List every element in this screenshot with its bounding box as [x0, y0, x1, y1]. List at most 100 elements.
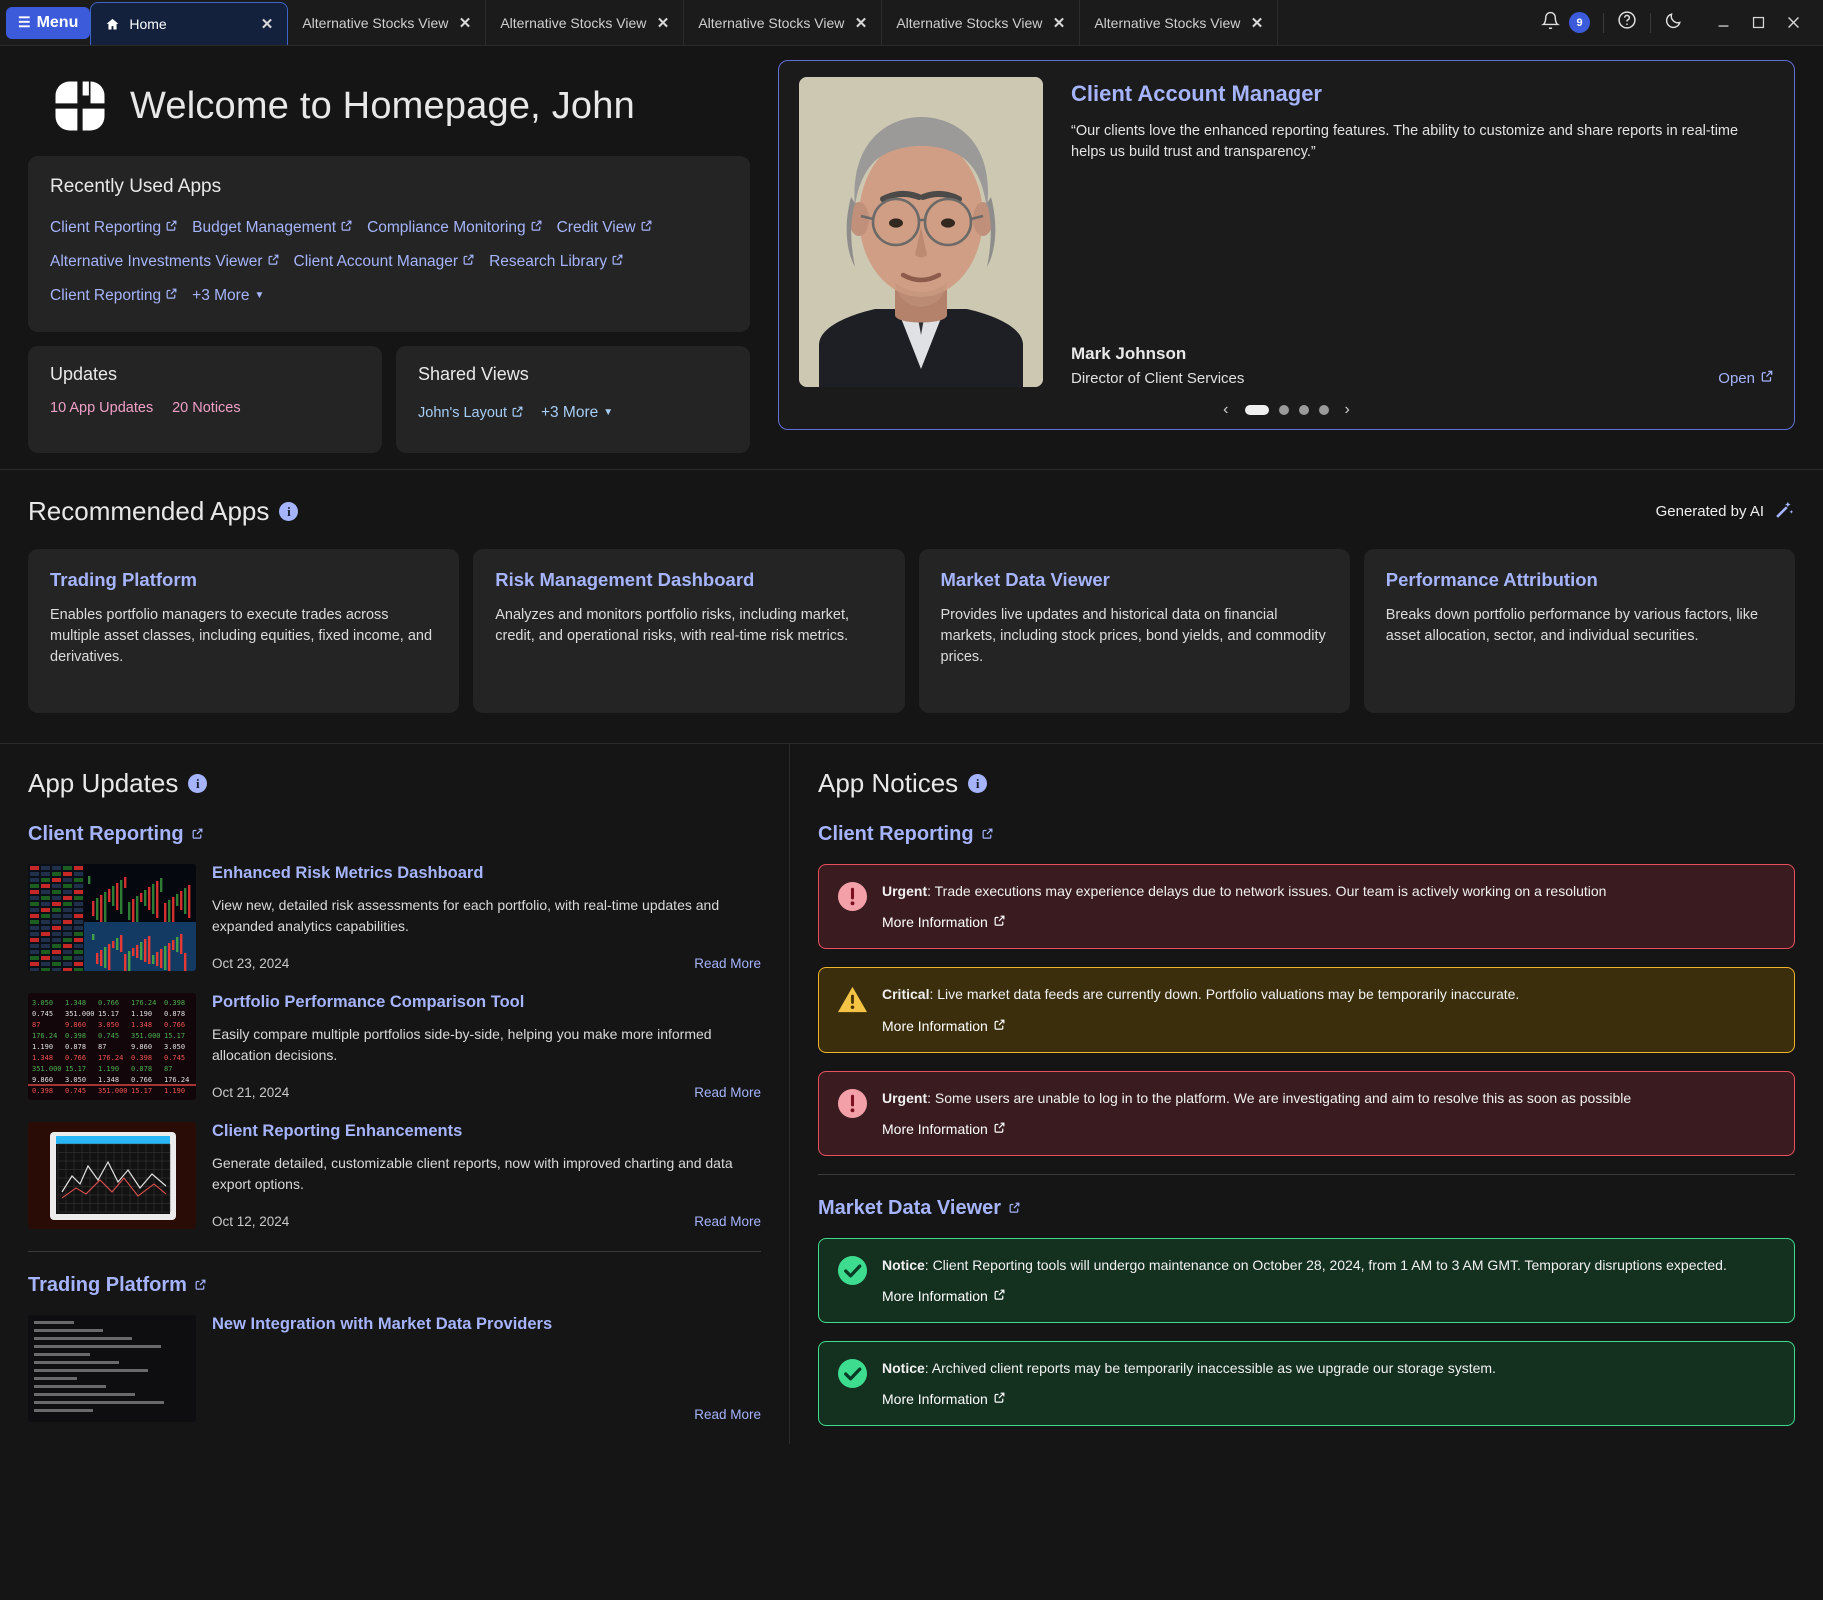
notifications-button[interactable]: 9	[1528, 11, 1603, 35]
minimize-button[interactable]	[1706, 14, 1741, 31]
recent-app-link-7[interactable]: Client Reporting	[50, 282, 178, 310]
recommended-app-card-2[interactable]: Market Data Viewer Provides live updates …	[918, 549, 1350, 713]
svg-text:1.190: 1.190	[131, 1010, 152, 1018]
svg-text:0.766: 0.766	[131, 1076, 152, 1084]
app-update-title[interactable]: New Integration with Market Data Provide…	[212, 1315, 761, 1334]
app-notices-group-link-1[interactable]: Market Data Viewer	[818, 1197, 1021, 1220]
recommended-app-card-0[interactable]: Trading Platform Enables portfolio manage…	[28, 549, 460, 713]
featured-profile-card: Client Account Manager “Our clients love…	[778, 60, 1795, 430]
recent-app-label: Credit View	[556, 219, 636, 236]
svg-text:0.766: 0.766	[65, 1054, 86, 1062]
menu-button[interactable]: ☰ Menu	[6, 6, 91, 39]
close-button[interactable]	[1776, 14, 1811, 31]
info-icon[interactable]: i	[188, 774, 208, 793]
notice-more-information-link[interactable]: More Information	[882, 1391, 1006, 1407]
notice-body: Urgent: Some users are unable to log in …	[882, 1088, 1776, 1139]
app-update-read-more-link[interactable]: Read More	[694, 1214, 761, 1229]
section-divider	[28, 1251, 761, 1252]
notices-count-link[interactable]: 20 Notices	[172, 400, 241, 416]
external-link-icon	[511, 405, 524, 422]
app-update-title[interactable]: Client Reporting Enhancements	[212, 1122, 761, 1141]
app-notices-group-link-0[interactable]: Client Reporting	[818, 823, 994, 846]
info-icon[interactable]: i	[968, 774, 988, 793]
app-update-body: Enhanced Risk Metrics Dashboard View new,…	[212, 864, 761, 971]
notice-more-information-link[interactable]: More Information	[882, 914, 1006, 930]
app-update-read-more-link[interactable]: Read More	[694, 1407, 761, 1422]
recent-app-link-4[interactable]: Alternative Investments Viewer	[50, 248, 280, 276]
carousel-dot-0[interactable]	[1244, 405, 1269, 415]
recent-apps-more-label: +3 More	[192, 287, 250, 304]
carousel-dot-2[interactable]	[1298, 405, 1309, 415]
notice-more-information-link[interactable]: More Information	[882, 1288, 1006, 1304]
app-notices-group-label: Market Data Viewer	[818, 1196, 1002, 1219]
recommended-app-title: Trading Platform	[50, 569, 197, 590]
recommended-app-card-3[interactable]: Performance Attribution Breaks down portf…	[1363, 549, 1795, 713]
app-update-item[interactable]: Enhanced Risk Metrics Dashboard View new,…	[28, 864, 761, 971]
app-update-read-more-link[interactable]: Read More	[694, 1085, 761, 1100]
shared-views-card: Shared Views John's Layout +3 More ▼	[396, 346, 750, 453]
recent-app-link-5[interactable]: Client Account Manager	[294, 248, 476, 276]
theme-toggle-button[interactable]	[1651, 11, 1696, 35]
tab-alternative-stocks-view-5[interactable]: Alternative Stocks View ✕	[1080, 0, 1279, 45]
maximize-button[interactable]	[1741, 14, 1776, 31]
tab-label: Alternative Stocks View	[500, 14, 647, 31]
recent-app-link-1[interactable]: Budget Management	[192, 214, 353, 242]
app-update-footer: Oct 21, 2024 Read More	[212, 1075, 761, 1100]
generated-by-ai-badge[interactable]: Generated by AI	[1656, 499, 1795, 525]
carousel-dots	[1244, 405, 1329, 415]
app-updates-count-link[interactable]: 10 App Updates	[50, 400, 153, 416]
profile-carousel: ‹ ›	[799, 401, 1774, 419]
notice-severity-label: Notice	[882, 1360, 925, 1377]
profile-open-link[interactable]: Open	[1718, 369, 1774, 387]
tab-alternative-stocks-view-1[interactable]: Alternative Stocks View ✕	[288, 0, 487, 45]
app-update-item[interactable]: Client Reporting Enhancements Generate de…	[28, 1122, 761, 1229]
tab-strip: Home ✕ Alternative Stocks View ✕ Alternative…	[90, 0, 1528, 45]
external-link-icon	[993, 1121, 1006, 1137]
app-update-title[interactable]: Portfolio Performance Comparison Tool	[212, 993, 761, 1012]
recent-app-link-0[interactable]: Client Reporting	[50, 214, 178, 242]
app-update-item[interactable]: 3.050 1.348 0.766 176.24 0.398 0.745 351.000 15…	[28, 993, 761, 1100]
help-button[interactable]	[1604, 10, 1650, 35]
tab-close-icon[interactable]: ✕	[459, 14, 472, 32]
app-update-title[interactable]: Enhanced Risk Metrics Dashboard	[212, 864, 761, 883]
carousel-dot-1[interactable]	[1278, 405, 1289, 415]
shared-views-more-link[interactable]: +3 More ▼	[541, 399, 613, 427]
app-updates-group-link-1[interactable]: Trading Platform	[28, 1274, 207, 1297]
info-icon[interactable]: i	[279, 502, 299, 521]
external-link-icon	[993, 1288, 1006, 1304]
recent-apps-more-link[interactable]: +3 More ▼	[192, 282, 264, 310]
carousel-prev-button[interactable]: ‹	[1219, 401, 1232, 419]
tab-close-icon[interactable]: ✕	[261, 15, 274, 33]
recommended-app-card-1[interactable]: Risk Management Dashboard Analyzes and mo…	[473, 549, 905, 713]
tab-label: Alternative Stocks View	[302, 14, 449, 31]
chevron-down-icon: ▼	[603, 407, 614, 418]
app-update-date: Oct 12, 2024	[212, 1214, 290, 1229]
recent-app-link-6[interactable]: Research Library	[489, 248, 624, 276]
app-update-item[interactable]: New Integration with Market Data Provide…	[28, 1315, 761, 1422]
tab-close-icon[interactable]: ✕	[855, 14, 868, 32]
app-update-body: Client Reporting Enhancements Generate de…	[212, 1122, 761, 1229]
recent-app-link-3[interactable]: Credit View	[557, 214, 653, 242]
notice-more-information-link[interactable]: More Information	[882, 1121, 1006, 1137]
tab-alternative-stocks-view-4[interactable]: Alternative Stocks View ✕	[882, 0, 1081, 45]
profile-role[interactable]: Client Account Manager	[1071, 81, 1774, 107]
shared-view-link-johns-layout[interactable]: John's Layout	[418, 405, 524, 422]
tab-close-icon[interactable]: ✕	[1053, 14, 1066, 32]
tab-close-icon[interactable]: ✕	[1251, 14, 1264, 32]
tab-home[interactable]: Home ✕	[90, 2, 289, 45]
carousel-dot-3[interactable]	[1318, 405, 1329, 415]
notice-more-information-link[interactable]: More Information	[882, 1018, 1006, 1034]
external-link-icon	[1008, 1197, 1021, 1220]
tab-close-icon[interactable]: ✕	[657, 14, 670, 32]
hero-section: Welcome to Homepage, John Recently Used …	[0, 46, 1823, 470]
recent-app-link-2[interactable]: Compliance Monitoring	[367, 214, 543, 242]
recent-app-label: Alternative Investments Viewer	[50, 253, 263, 270]
carousel-next-button[interactable]: ›	[1341, 401, 1354, 419]
tab-alternative-stocks-view-2[interactable]: Alternative Stocks View ✕	[486, 0, 685, 45]
app-update-read-more-link[interactable]: Read More	[694, 956, 761, 971]
profile-identity: Mark Johnson Director of Client Services	[1071, 344, 1244, 387]
app-updates-group-link-0[interactable]: Client Reporting	[28, 823, 204, 846]
svg-text:1.348: 1.348	[32, 1054, 53, 1062]
tab-alternative-stocks-view-3[interactable]: Alternative Stocks View ✕	[684, 0, 883, 45]
notice-text: Urgent: Trade executions may experience …	[882, 881, 1776, 901]
